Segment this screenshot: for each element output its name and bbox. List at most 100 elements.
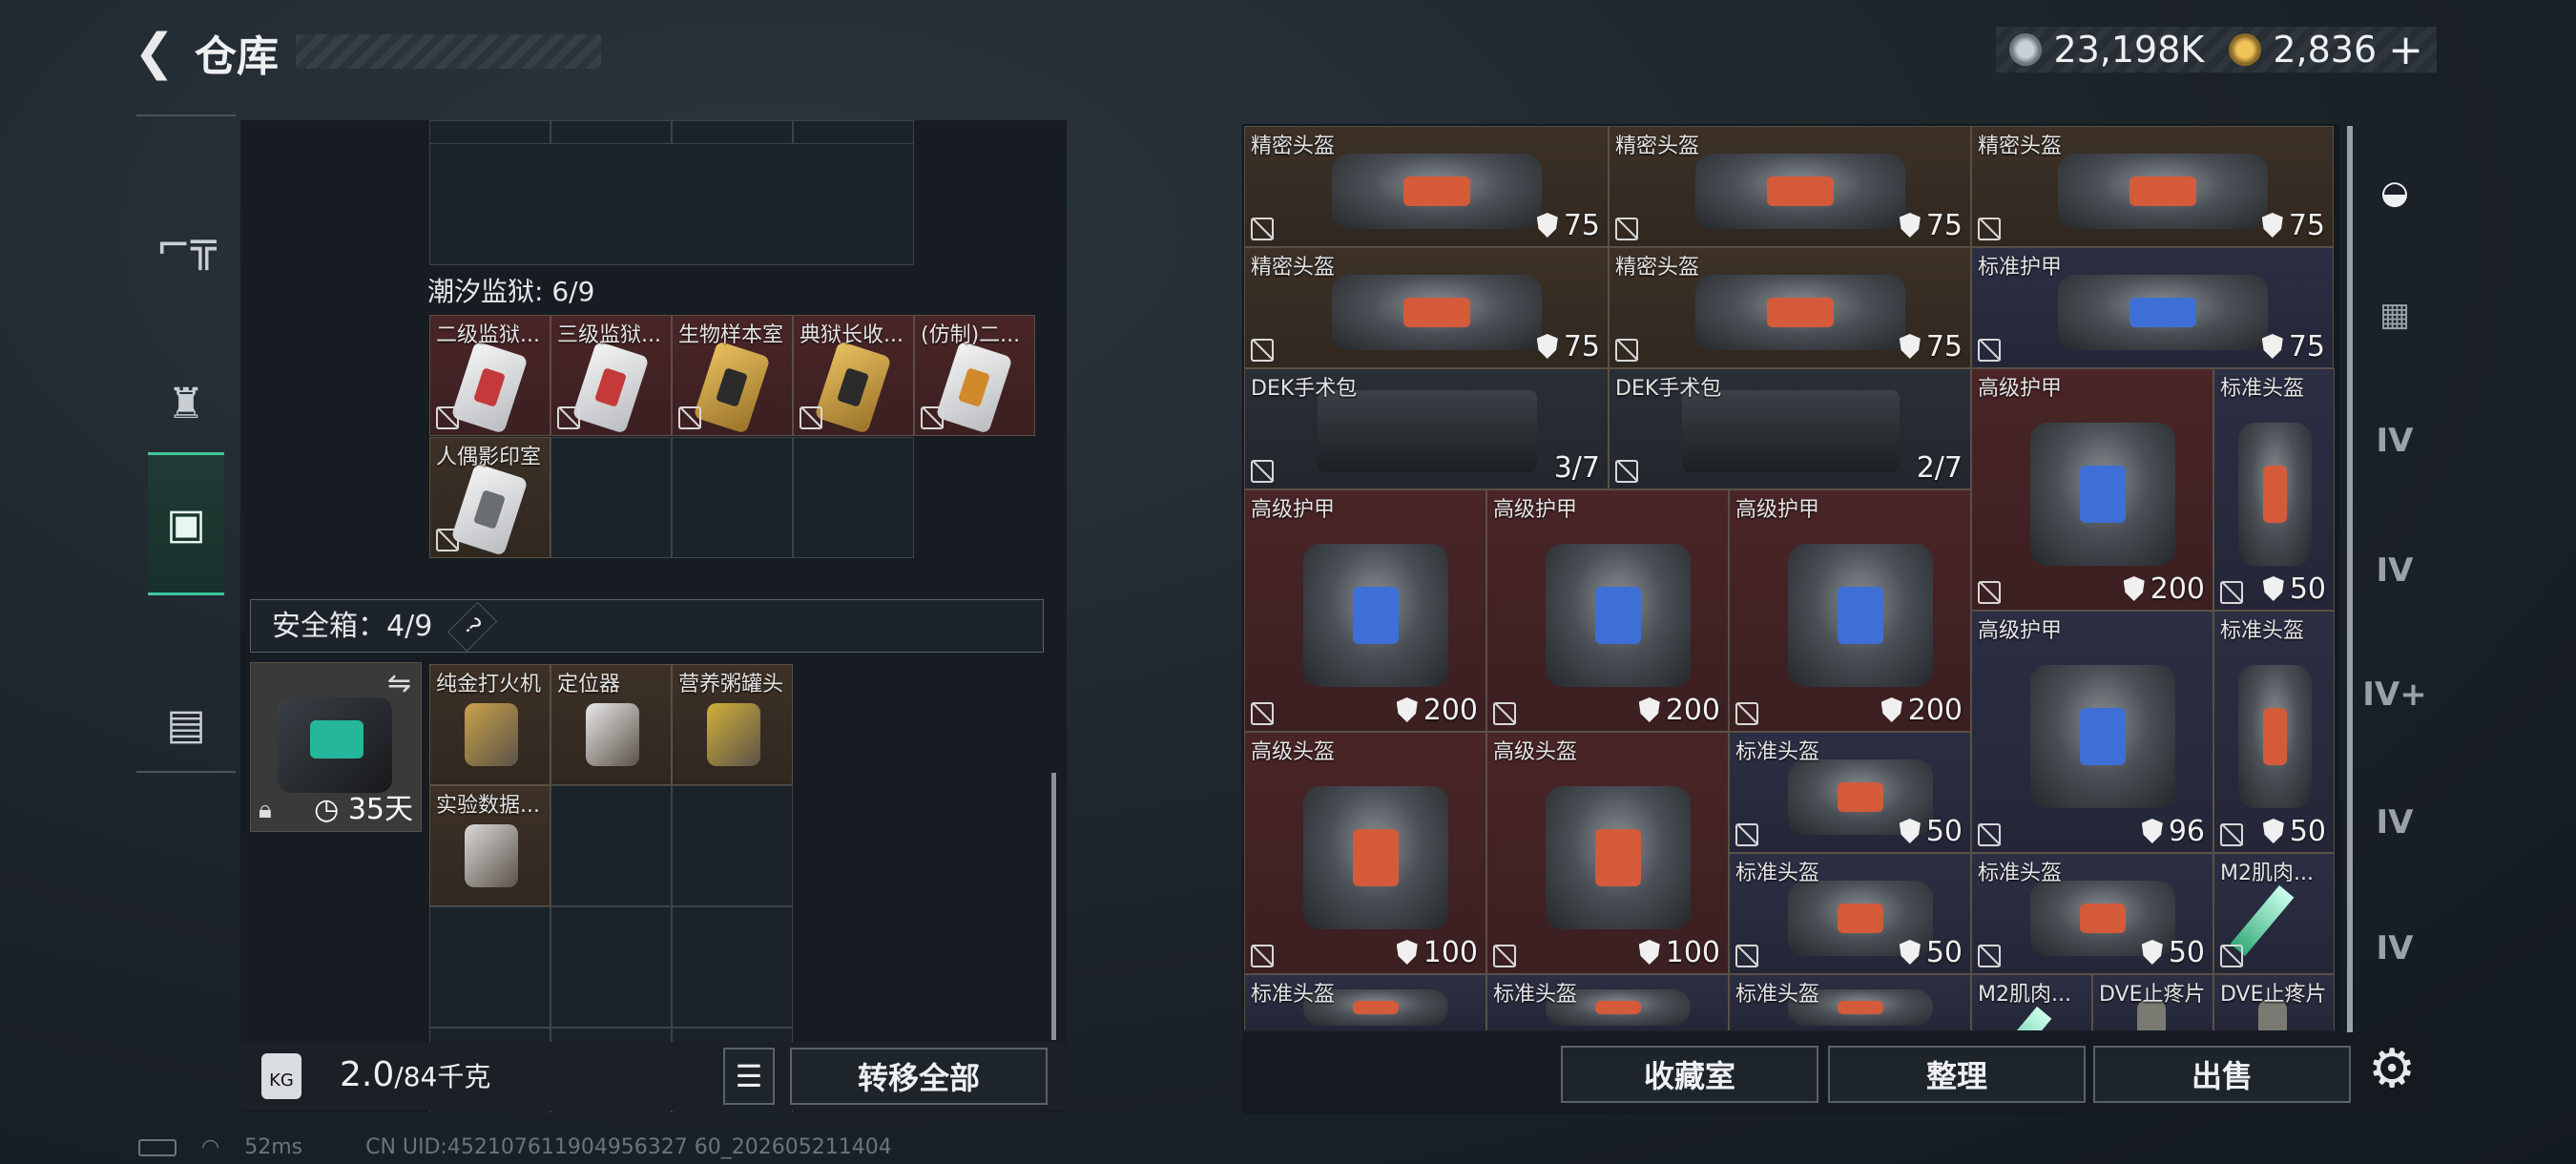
no-insurance-icon [1978,945,2001,967]
list-view-button[interactable]: ☰ [723,1048,775,1105]
card-slot[interactable] [672,437,793,558]
keycard-item[interactable]: (仿制)二... [914,315,1035,436]
stash-item[interactable]: 标准头盔 [1486,974,1729,1030]
arrow-left-icon[interactable]: ❮ [134,24,181,81]
keycard-item[interactable]: 二级监狱... [429,315,551,436]
stash-item[interactable]: 精密头盔 75 [1609,126,1971,247]
safebox-days: 35天 [347,793,413,826]
helmet-icon[interactable]: ◒ [2360,158,2429,227]
syringe-icon [1987,1006,2052,1030]
no-insurance-icon [1978,218,2001,240]
value-text: 50 [2289,815,2326,848]
folder-iv-icon[interactable]: IV [2360,914,2429,983]
value-text: 75 [2288,209,2325,242]
durability-value: 75 [1899,209,1963,242]
item-name: 精密头盔 [1978,135,2063,158]
header: ❮ 仓库 [134,19,279,86]
stash-item[interactable]: DEK手术包 3/7 [1244,368,1609,489]
lock-icon: 🔒︎ [259,796,272,824]
safe-slot[interactable] [672,906,793,1028]
value-text: 200 [1907,694,1963,727]
gear-bag-icon [2029,423,2176,566]
stash-item[interactable]: 精密头盔 75 [1971,126,2334,247]
safe-slot[interactable] [429,906,551,1028]
status-bar: ◠ 52ms CN UID:452107611904956327 60_2026… [138,1135,892,1159]
uid-text: CN UID:452107611904956327 60_20260521140… [365,1135,892,1159]
weapon-icon[interactable]: ⌐╦ [148,174,224,317]
safe-slot[interactable] [551,906,672,1028]
stash-item[interactable]: 高级头盔 100 [1244,732,1486,974]
stash-item[interactable]: 精密头盔 75 [1244,247,1609,368]
no-insurance-icon [436,529,459,551]
keycard-item[interactable]: 人偶影印室 [429,437,551,558]
shield-icon [1899,940,1921,965]
grid-cell[interactable] [429,143,914,265]
card-slot[interactable] [793,437,914,558]
stash-item[interactable]: 高级护甲 200 [1244,489,1486,732]
stash-item[interactable]: 标准护甲 75 [1971,247,2334,368]
item-name: 高级护甲 [1251,498,1336,522]
durability-value: 100 [1396,936,1478,969]
safe-item[interactable]: 定位器 [551,664,672,785]
stash-item[interactable]: 标准头盔 50 [2213,368,2335,611]
briefcase-icon[interactable]: ▤ [148,653,224,796]
stash-item[interactable]: 标准头盔 50 [1971,853,2213,974]
safe-item[interactable]: 实验数据... [429,785,551,906]
stash-item[interactable]: 高级护甲 96 [1971,611,2213,853]
safe-item[interactable]: 纯金打火机 [429,664,551,785]
stash-action-bar: 收藏室 整理 出售 ⚙ [1242,1032,2437,1114]
collection-button[interactable]: 收藏室 [1561,1046,1818,1103]
keycard-item[interactable]: 三级监狱... [551,315,672,436]
shield-icon [2123,576,2145,601]
stash-item[interactable]: DEK手术包 2/7 [1609,368,1971,489]
stash-item[interactable]: 标准头盔 50 [2213,611,2335,853]
keycard-item[interactable]: 典狱长收... [793,315,914,436]
stash-item[interactable]: 精密头盔 75 [1609,247,1971,368]
stash-item[interactable]: 标准头盔 [1729,974,1971,1030]
add-currency-button[interactable]: + [2388,26,2423,74]
keycard-item[interactable]: 生物样本室 [672,315,793,436]
stash-item[interactable]: DVE止疼片 [2092,974,2213,1030]
stash-item[interactable]: 高级护甲 200 [1971,368,2213,611]
keycard-icon [813,340,892,434]
weight-readout: 2.0/84千克 [340,1055,490,1094]
safe-slot[interactable] [672,785,793,906]
swap-icon[interactable]: ⇋ [387,667,411,700]
shield-icon [2262,819,2284,843]
safebox-container[interactable]: ⇋ 🔒︎ ◷ 35天 [250,662,422,832]
folder-iv-add-icon[interactable]: IV+ [2360,660,2429,729]
card-slot[interactable] [551,437,672,558]
stash-item[interactable]: 标准头盔 50 [1729,732,1971,853]
container-icon[interactable]: ▣ [148,452,224,595]
gear-bag-icon [2238,665,2312,808]
safe-item[interactable]: 营养粥罐头 [672,664,793,785]
safe-slot[interactable] [551,785,672,906]
sell-button[interactable]: 出售 [2093,1046,2351,1103]
no-insurance-icon [2220,581,2243,604]
gear-bag-icon [1332,154,1542,229]
folder-iv-icon[interactable]: IV [2360,406,2429,475]
organize-button[interactable]: 整理 [1828,1046,2086,1103]
durability-value: 75 [1899,330,1963,364]
stash-item[interactable]: 标准头盔 50 [1729,853,1971,974]
stash-item[interactable]: 高级护甲 200 [1729,489,1971,732]
stash-item[interactable]: M2肌肉... [2213,853,2335,974]
page-title: 仓库 [195,32,279,81]
stash-icon[interactable]: ▦ [2360,281,2429,349]
stash-item[interactable]: 标准头盔 [1244,974,1486,1030]
stash-item[interactable]: 高级护甲 200 [1486,489,1729,732]
stash-item[interactable]: M2肌肉... [1971,974,2092,1030]
value-text: 100 [1665,936,1720,969]
stash-item[interactable]: 高级头盔 100 [1486,732,1729,974]
folder-iv-icon[interactable]: IV [2360,788,2429,857]
shield-icon [2261,334,2283,359]
help-icon[interactable]: ? [447,601,497,653]
value-text: 100 [1423,936,1478,969]
durability-value: 50 [1899,815,1963,848]
folder-iv-icon[interactable]: IV [2360,536,2429,605]
transfer-all-button[interactable]: 转移全部 [790,1048,1048,1105]
stash-item[interactable]: 精密头盔 75 [1244,126,1609,247]
stash-item[interactable]: DVE止疼片 [2213,974,2335,1030]
inventory-scrollbar[interactable] [1051,773,1056,1040]
settings-gear-icon[interactable]: ⚙ [2368,1038,2416,1100]
